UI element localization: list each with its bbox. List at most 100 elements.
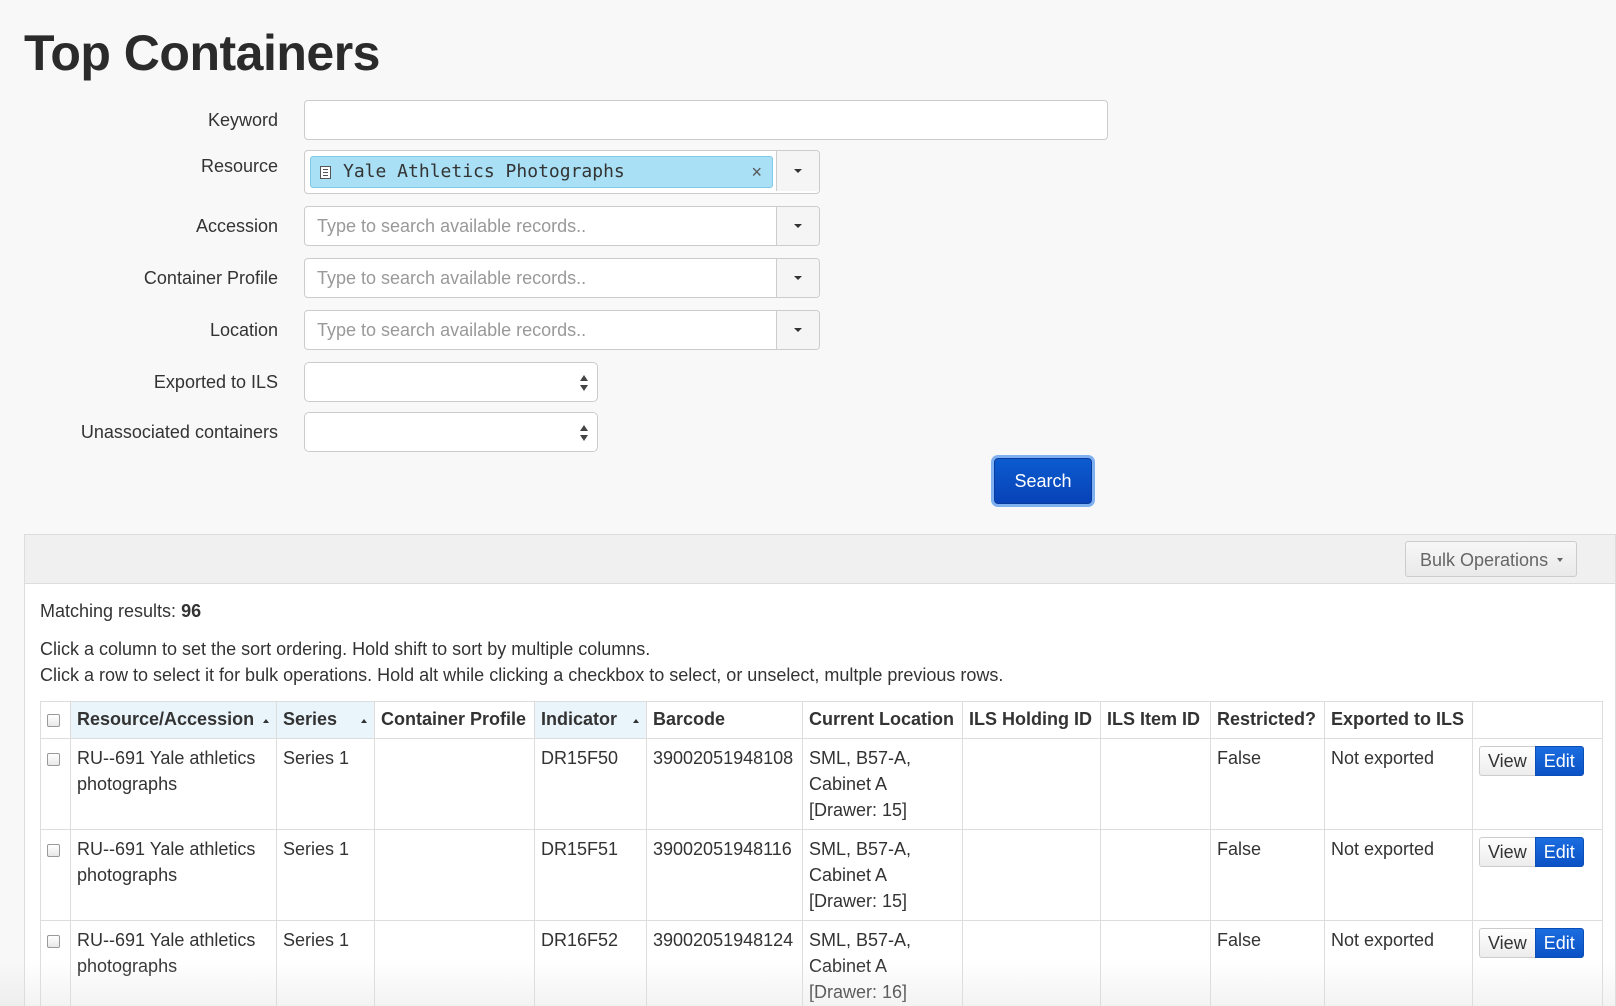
cell-actions: View Edit <box>1472 738 1603 830</box>
row-checkbox[interactable] <box>47 753 60 766</box>
edit-button[interactable]: Edit <box>1534 928 1584 958</box>
column-label: Series <box>283 709 338 729</box>
select-arrows-icon <box>580 374 588 392</box>
caret-down-icon <box>794 224 802 228</box>
record-icon <box>320 166 331 179</box>
view-button[interactable]: View <box>1479 746 1535 776</box>
column-container-profile[interactable]: Container Profile <box>374 701 535 739</box>
cell-ils-item-id <box>1100 920 1211 1006</box>
location-dropdown-button[interactable] <box>776 311 819 349</box>
cell-actions: View Edit <box>1472 829 1603 921</box>
edit-button[interactable]: Edit <box>1534 837 1584 867</box>
column-label: Container Profile <box>381 709 527 729</box>
view-button[interactable]: View <box>1479 837 1535 867</box>
column-restricted[interactable]: Restricted? <box>1210 701 1325 739</box>
cell-ils-item-id <box>1100 829 1211 921</box>
accession-label: Accession <box>195 216 278 236</box>
resource-combobox[interactable]: Yale Athletics Photographs × <box>304 150 820 194</box>
column-indicator[interactable]: Indicator <box>534 701 647 739</box>
resource-row: Resource Yale Athletics Photographs × <box>0 150 1616 194</box>
cell-resource: RU--691 Yale athletics photographs <box>70 829 277 921</box>
table-row[interactable]: RU--691 Yale athletics photographs Serie… <box>40 829 1603 921</box>
cell-resource: RU--691 Yale athletics photographs <box>70 920 277 1006</box>
edit-button[interactable]: Edit <box>1534 746 1584 776</box>
caret-down-icon <box>1557 558 1563 562</box>
cell-resource: RU--691 Yale athletics photographs <box>70 738 277 830</box>
container-profile-row: Container Profile Type to search availab… <box>0 258 1616 298</box>
column-exported-to-ils[interactable]: Exported to ILS <box>1324 701 1473 739</box>
accession-row: Accession Type to search available recor… <box>0 206 1616 246</box>
resource-label: Resource <box>200 156 278 176</box>
container-profile-placeholder: Type to search available records.. <box>317 268 587 288</box>
row-actions: View Edit <box>1479 746 1596 776</box>
remove-icon[interactable]: × <box>751 157 762 187</box>
column-series[interactable]: Series <box>276 701 375 739</box>
column-ils-item-id[interactable]: ILS Item ID <box>1100 701 1211 739</box>
accession-placeholder: Type to search available records.. <box>317 216 587 236</box>
cell-ils-holding-id <box>962 829 1101 921</box>
column-ils-holding-id[interactable]: ILS Holding ID <box>962 701 1101 739</box>
cell-ils-holding-id <box>962 738 1101 830</box>
sort-help-text: Click a column to set the sort ordering.… <box>40 639 651 659</box>
cell-container-profile <box>374 738 535 830</box>
column-current-location[interactable]: Current Location <box>802 701 963 739</box>
container-profile-combobox[interactable]: Type to search available records.. <box>304 258 820 298</box>
location-row: Location Type to search available record… <box>0 310 1616 350</box>
cell-indicator: DR15F51 <box>534 829 647 921</box>
cell-series: Series 1 <box>276 920 375 1006</box>
cell-location: SML, B57-A, Cabinet A [Drawer: 15] <box>802 738 963 830</box>
column-label: ILS Holding ID <box>969 709 1092 729</box>
row-checkbox[interactable] <box>47 844 60 857</box>
table-row[interactable]: RU--691 Yale athletics photographs Serie… <box>40 738 1603 830</box>
column-label: Resource/Accession <box>77 709 255 729</box>
column-label: Indicator <box>541 709 618 729</box>
keyword-label: Keyword <box>207 110 278 130</box>
column-resource-accession[interactable]: Resource/Accession <box>70 701 277 739</box>
bulk-operations-button[interactable]: Bulk Operations <box>1405 541 1577 577</box>
view-button[interactable]: View <box>1479 928 1535 958</box>
cell-ils-holding-id <box>962 920 1101 1006</box>
cell-barcode: 39002051948124 <box>646 920 803 1006</box>
accession-dropdown-button[interactable] <box>776 207 819 245</box>
cell-series: Series 1 <box>276 829 375 921</box>
cell-container-profile <box>374 920 535 1006</box>
row-actions: View Edit <box>1479 837 1596 867</box>
unassociated-select[interactable] <box>304 412 598 452</box>
cell-restricted: False <box>1210 920 1325 1006</box>
cell-restricted: False <box>1210 829 1325 921</box>
resource-dropdown-button[interactable] <box>776 151 819 191</box>
select-all-checkbox[interactable] <box>47 714 60 727</box>
accession-combobox[interactable]: Type to search available records.. <box>304 206 820 246</box>
column-barcode[interactable]: Barcode <box>646 701 803 739</box>
row-select-cell <box>40 738 71 830</box>
table-row[interactable]: RU--691 Yale athletics photographs Serie… <box>40 920 1603 1006</box>
sort-asc-icon <box>361 719 367 723</box>
unassociated-row: Unassociated containers <box>0 412 1616 452</box>
caret-down-icon <box>794 328 802 332</box>
column-label: ILS Item ID <box>1107 709 1201 729</box>
row-actions: View Edit <box>1479 928 1596 958</box>
container-profile-dropdown-button[interactable] <box>776 259 819 297</box>
page: Top Containers Keyword Resource Yale Ath… <box>0 0 1616 1006</box>
cell-barcode: 39002051948108 <box>646 738 803 830</box>
sort-asc-icon <box>633 719 639 723</box>
bulk-operations-label: Bulk Operations <box>1420 550 1549 570</box>
search-button[interactable]: Search <box>994 458 1092 504</box>
cell-indicator: DR16F52 <box>534 920 647 1006</box>
resource-token: Yale Athletics Photographs × <box>310 156 773 188</box>
table-header-row: Resource/Accession Series Container Prof… <box>40 701 1603 739</box>
cell-container-profile <box>374 829 535 921</box>
location-combobox[interactable]: Type to search available records.. <box>304 310 820 350</box>
column-actions <box>1472 701 1603 739</box>
cell-exported: Not exported <box>1324 738 1473 830</box>
exported-select[interactable] <box>304 362 598 402</box>
column-label: Current Location <box>809 709 955 729</box>
results-table: Resource/Accession Series Container Prof… <box>40 701 1603 1006</box>
keyword-input[interactable] <box>304 100 1108 140</box>
row-select-cell <box>40 920 71 1006</box>
exported-label: Exported to ILS <box>153 372 278 392</box>
page-title: Top Containers <box>24 25 380 81</box>
results-panel: Bulk Operations Matching results: 96 Cli… <box>24 534 1616 1006</box>
cell-location: SML, B57-A, Cabinet A [Drawer: 16] <box>802 920 963 1006</box>
row-checkbox[interactable] <box>47 935 60 948</box>
